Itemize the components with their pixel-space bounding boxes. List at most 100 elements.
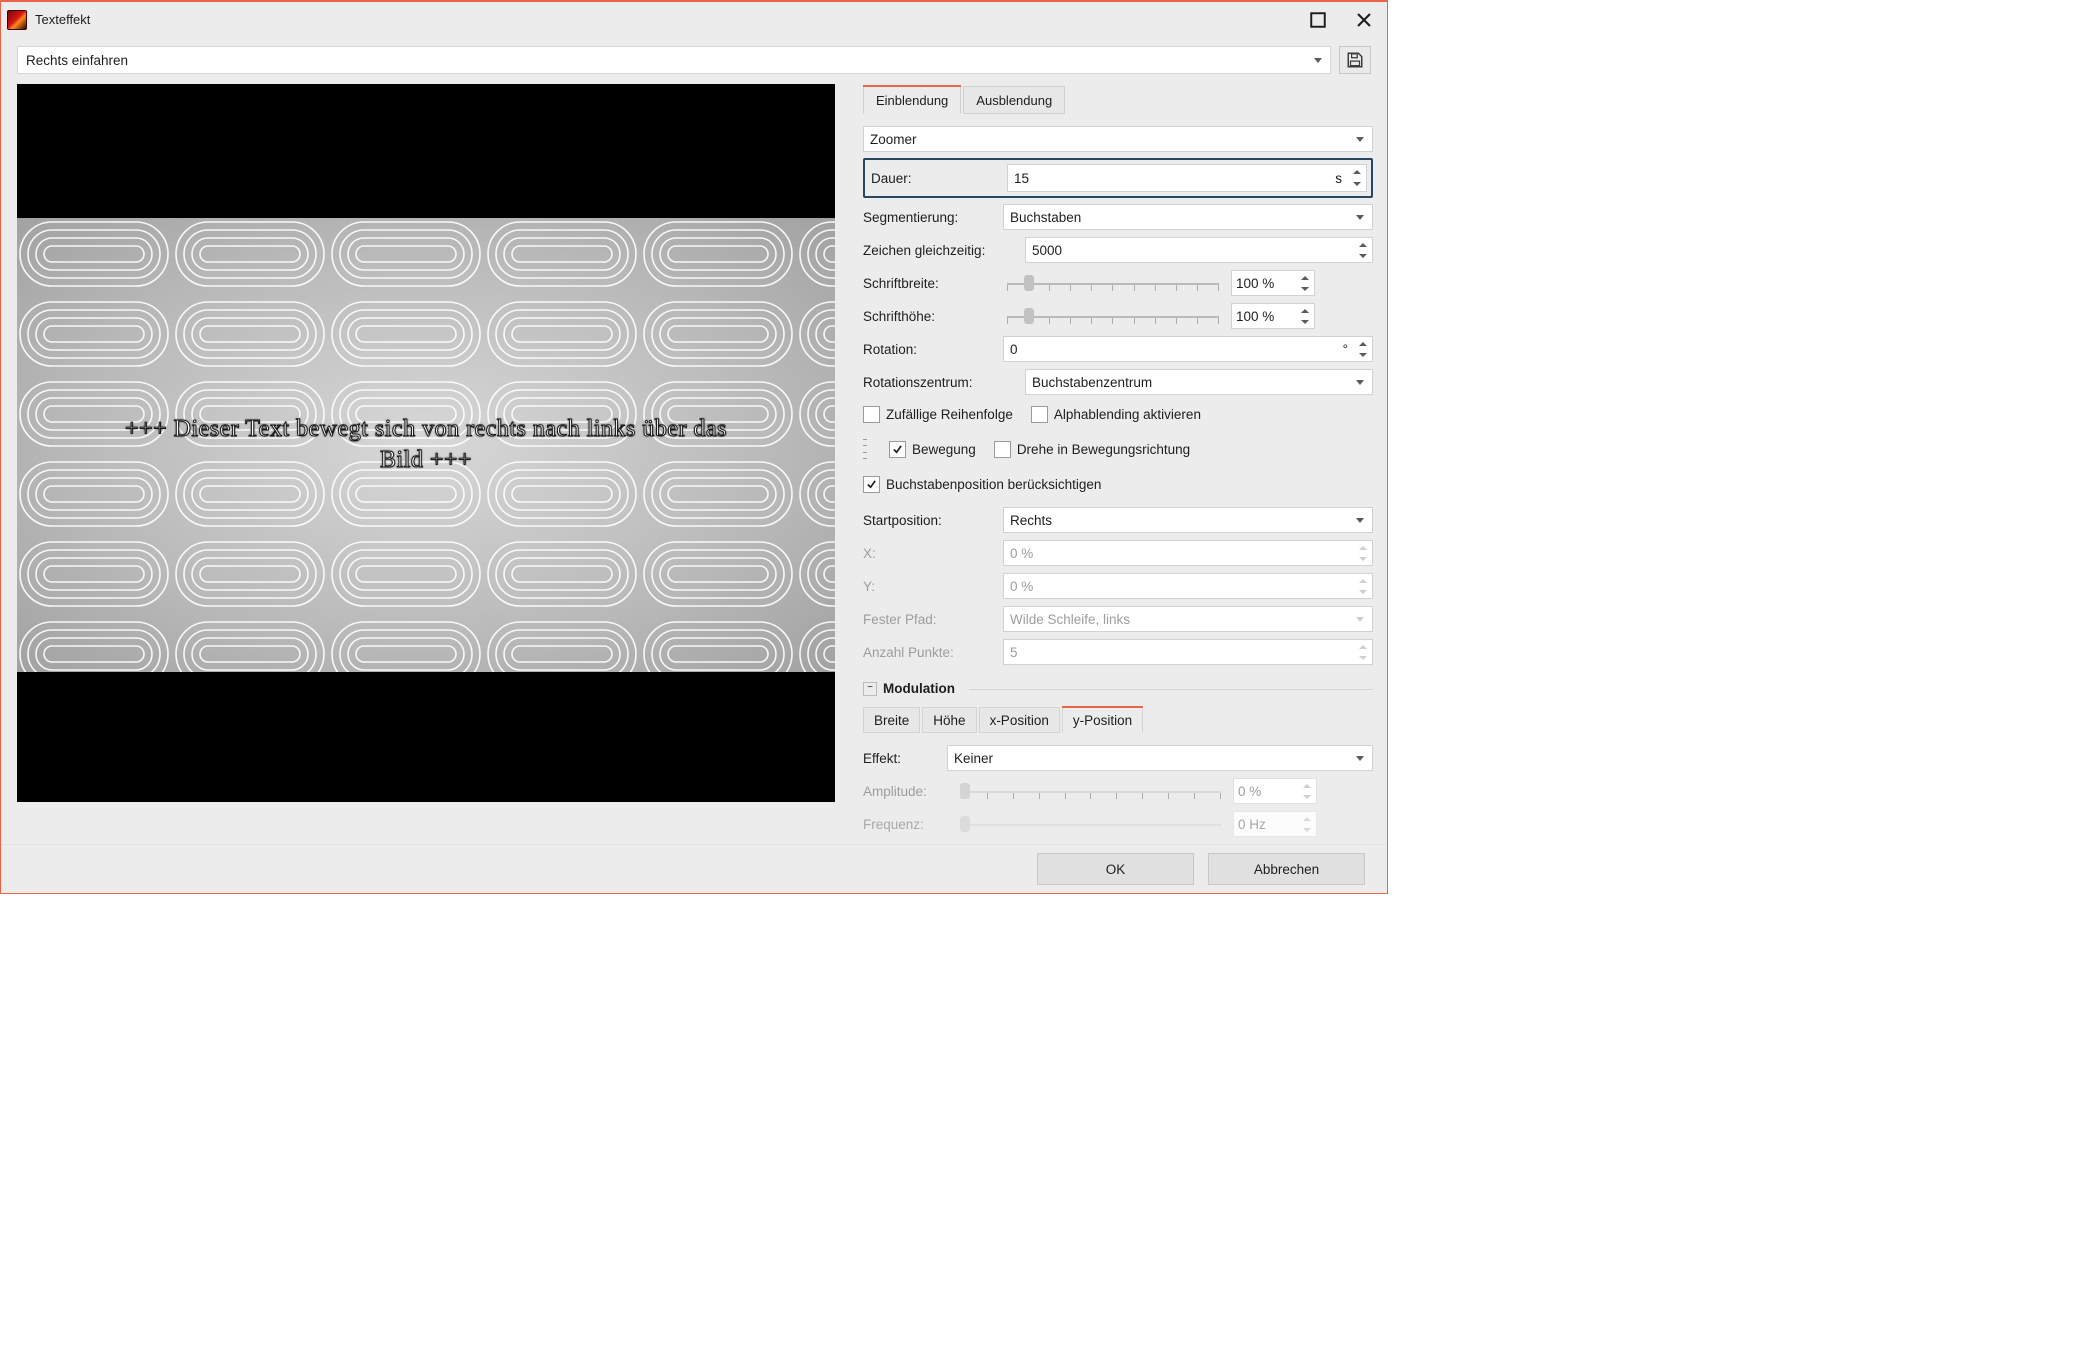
collapse-icon: − — [863, 682, 877, 696]
schriftbreite-label: Schriftbreite: — [863, 276, 995, 291]
chevron-down-icon — [1356, 518, 1364, 523]
y-field: 0 % — [1003, 573, 1373, 599]
dauer-field[interactable]: 15 s — [1007, 164, 1367, 192]
pfad-label: Fester Pfad: — [863, 612, 995, 627]
buchstabenpos-check[interactable]: Buchstabenposition berücksichtigen — [863, 476, 1101, 493]
modulation-title: Modulation — [883, 681, 955, 696]
form: Zoomer Dauer: 15 s Segmentierung: Bu — [863, 115, 1373, 844]
punkte-field: 5 — [1003, 639, 1373, 665]
schriftbreite-value-box[interactable]: 100 % — [1231, 270, 1315, 296]
check-row-2: Bewegung Drehe in Bewegungsrichtung — [863, 436, 1373, 462]
dialog-footer: OK Abbrechen — [1, 844, 1387, 893]
preview-text: +++ Dieser Text bewegt sich von rechts n… — [106, 414, 746, 476]
bewegung-check[interactable]: Bewegung — [889, 441, 976, 458]
effekt-label: Effekt: — [863, 751, 939, 766]
rotation-unit: ° — [1343, 342, 1348, 357]
rotation-field[interactable]: 0 ° — [1003, 336, 1373, 362]
pfad-value: Wilde Schleife, links — [1010, 612, 1130, 627]
checkbox-icon — [863, 476, 880, 493]
dauer-label: Dauer: — [869, 171, 999, 186]
startpos-dropdown[interactable]: Rechts — [1003, 507, 1373, 533]
segmentierung-dropdown[interactable]: Buchstaben — [1003, 204, 1373, 230]
zeichen-value: 5000 — [1032, 243, 1062, 258]
frequenz-row: Frequenz: 0 Hz — [863, 810, 1373, 838]
check-row-1: Zufällige Reihenfolge Alphablending akti… — [863, 401, 1373, 427]
drehe-label: Drehe in Bewegungsrichtung — [1017, 442, 1190, 457]
y-value: 0 % — [1010, 579, 1033, 594]
zeichen-field[interactable]: 5000 — [1025, 237, 1373, 263]
amplitude-row: Amplitude: 0 % — [863, 777, 1373, 805]
dauer-unit: s — [1335, 171, 1342, 186]
app-icon — [7, 10, 27, 30]
properties-panel: Einblendung Ausblendung Zoomer Dauer: 15… — [851, 84, 1387, 844]
dauer-spinners[interactable] — [1350, 166, 1364, 190]
zeichen-label: Zeichen gleichzeitig: — [863, 243, 1017, 258]
save-preset-button[interactable] — [1339, 46, 1371, 74]
segmentierung-row: Segmentierung: Buchstaben — [863, 203, 1373, 231]
punkte-row: Anzahl Punkte: 5 — [863, 638, 1373, 666]
schriftbreite-slider[interactable] — [1003, 271, 1223, 295]
tab-einblendung[interactable]: Einblendung — [863, 86, 961, 114]
zufaellig-check[interactable]: Zufällige Reihenfolge — [863, 406, 1013, 423]
cancel-button[interactable]: Abbrechen — [1208, 853, 1365, 885]
ok-button[interactable]: OK — [1037, 853, 1194, 885]
x-field: 0 % — [1003, 540, 1373, 566]
rotation-label: Rotation: — [863, 342, 995, 357]
schrifthoehe-value-box[interactable]: 100 % — [1231, 303, 1315, 329]
schrifthoehe-slider[interactable] — [1003, 304, 1223, 328]
punkte-value: 5 — [1010, 645, 1018, 660]
close-button[interactable] — [1341, 5, 1387, 34]
preset-row: Rechts einfahren — [1, 34, 1387, 84]
schriftbreite-row: Schriftbreite: 100 % — [863, 269, 1373, 297]
chevron-down-icon — [1356, 380, 1364, 385]
rotzentrum-value: Buchstabenzentrum — [1032, 375, 1152, 390]
tab-ausblendung[interactable]: Ausblendung — [963, 86, 1065, 114]
zoomer-row: Zoomer — [863, 125, 1373, 153]
modulation-section-header[interactable]: − Modulation — [863, 681, 1373, 696]
rotzentrum-dropdown[interactable]: Buchstabenzentrum — [1025, 369, 1373, 395]
check-row-3: Buchstabenposition berücksichtigen — [863, 471, 1373, 497]
dauer-value: 15 — [1014, 171, 1029, 186]
subtab-xposition[interactable]: x-Position — [979, 707, 1060, 733]
x-value: 0 % — [1010, 546, 1033, 561]
window-buttons — [1295, 5, 1387, 34]
preview-canvas: +++ Dieser Text bewegt sich von rechts n… — [17, 84, 835, 802]
y-label: Y: — [863, 579, 995, 594]
zeichen-row: Zeichen gleichzeitig: 5000 — [863, 236, 1373, 264]
zeichen-spinners[interactable] — [1356, 239, 1370, 261]
preset-dropdown[interactable]: Rechts einfahren — [17, 46, 1331, 74]
alpha-label: Alphablending aktivieren — [1054, 407, 1201, 422]
preset-value: Rechts einfahren — [26, 53, 128, 68]
texteffekt-dialog: Texteffekt Rechts einfahren — [0, 0, 1388, 894]
buchstabenpos-label: Buchstabenposition berücksichtigen — [886, 477, 1101, 492]
fade-tabs: Einblendung Ausblendung — [863, 86, 1373, 115]
checkbox-icon — [863, 406, 880, 423]
amplitude-value-box: 0 % — [1233, 778, 1317, 804]
schrifthoehe-label: Schrifthöhe: — [863, 309, 995, 324]
effekt-dropdown[interactable]: Keiner — [947, 745, 1373, 771]
amplitude-slider — [957, 779, 1225, 803]
floppy-icon — [1346, 51, 1364, 69]
frequenz-value-box: 0 Hz — [1233, 811, 1317, 837]
x-label: X: — [863, 546, 995, 561]
chevron-down-icon — [1356, 756, 1364, 761]
chevron-down-icon — [1314, 58, 1322, 63]
subtab-yposition[interactable]: y-Position — [1062, 707, 1143, 733]
amplitude-label: Amplitude: — [863, 784, 949, 799]
checkbox-icon — [994, 441, 1011, 458]
drehe-check[interactable]: Drehe in Bewegungsrichtung — [994, 441, 1190, 458]
alpha-check[interactable]: Alphablending aktivieren — [1031, 406, 1201, 423]
frequenz-label: Frequenz: — [863, 817, 949, 832]
zoomer-dropdown[interactable]: Zoomer — [863, 126, 1373, 152]
subtab-hoehe[interactable]: Höhe — [922, 707, 976, 733]
rotation-row: Rotation: 0 ° — [863, 335, 1373, 363]
subtab-breite[interactable]: Breite — [863, 707, 920, 733]
grip-icon[interactable] — [863, 439, 867, 459]
close-icon — [1355, 11, 1373, 29]
segmentierung-label: Segmentierung: — [863, 210, 995, 225]
zufaellig-label: Zufällige Reihenfolge — [886, 407, 1013, 422]
chevron-down-icon — [1356, 137, 1364, 142]
segmentierung-value: Buchstaben — [1010, 210, 1081, 225]
checkbox-icon — [889, 441, 906, 458]
maximize-button[interactable] — [1295, 5, 1341, 34]
